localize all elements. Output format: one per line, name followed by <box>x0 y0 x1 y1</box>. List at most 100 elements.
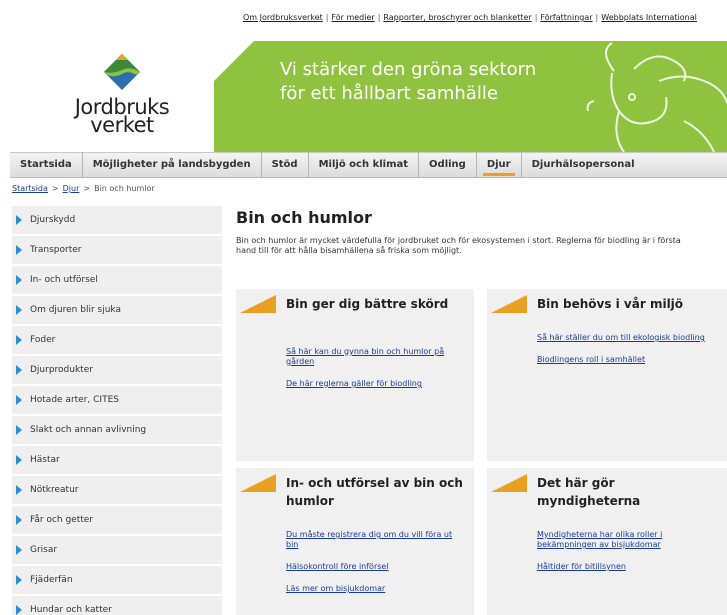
info-card: Bin ger dig bättre skörd Så här kan du g… <box>236 289 474 461</box>
card-link[interactable]: Biodlingens roll i samhället <box>537 355 717 365</box>
arrow-right-icon <box>16 575 22 585</box>
arrow-right-icon <box>16 605 22 615</box>
sidebar-item-notkreatur[interactable]: Nötkreatur <box>12 476 222 506</box>
logo-emblem-icon <box>104 54 140 90</box>
sidebar-item-djurprodukter[interactable]: Djurprodukter <box>12 356 222 386</box>
sidebar-item-hundar-och-katter[interactable]: Hundar och katter <box>12 596 222 615</box>
info-card: In- och utförsel av bin och humlor Du må… <box>236 468 474 615</box>
top-link-om-jordbruksverket[interactable]: Om Jordbruksverket <box>243 13 323 22</box>
arrow-right-icon <box>16 395 22 405</box>
banner-line2: för ett hållbart samhälle <box>280 83 498 104</box>
page-title: Bin och humlor <box>236 208 372 227</box>
sidebar-item-label: Om djuren blir sjuka <box>30 305 121 315</box>
nav-item-djur[interactable]: Djur <box>477 152 522 178</box>
banner-slogan: Vi stärker den gröna sektorn för ett hål… <box>280 58 536 106</box>
card-link[interactable]: Håltider för bitillsynen <box>537 562 717 572</box>
info-card: Bin behövs i vår miljö Så här ställer du… <box>487 289 727 461</box>
arrow-right-icon <box>16 515 22 525</box>
top-link-forfattningar[interactable]: Författningar <box>540 13 592 22</box>
card-link[interactable]: Så här ställer du om till ekologisk biod… <box>537 333 717 343</box>
separator: | <box>325 13 329 22</box>
banner-line1: Vi stärker den gröna sektorn <box>280 59 537 80</box>
breadcrumb-home[interactable]: Startsida <box>12 184 48 193</box>
nav-item-miljo-och-klimat[interactable]: Miljö och klimat <box>309 152 420 178</box>
card-title: Det här gör myndigheterna <box>537 476 641 508</box>
card-link[interactable]: Läs mer om bisjukdomar <box>286 584 466 594</box>
sidebar-item-label: Djurprodukter <box>30 365 93 375</box>
sidebar-item-fjaderfan[interactable]: Fjäderfän <box>12 566 222 596</box>
arrow-right-icon <box>16 455 22 465</box>
card-links: Så här kan du gynna bin och humlor på gå… <box>286 347 466 401</box>
sidebar-item-label: Fjäderfän <box>30 575 73 585</box>
sidebar-item-djurskydd[interactable]: Djurskydd <box>12 206 222 236</box>
card-links: Myndigheterna har olika roller i bekämpn… <box>537 530 717 584</box>
sidebar-item-label: Djurskydd <box>30 215 76 225</box>
arrow-right-icon <box>16 215 22 225</box>
site-logo[interactable]: Jordbruks verket <box>62 52 202 152</box>
breadcrumb-parent[interactable]: Djur <box>63 184 80 193</box>
sidebar-item-hotade-arter[interactable]: Hotade arter, CITES <box>12 386 222 416</box>
sidebar-menu: Djurskydd Transporter In- och utförsel O… <box>12 206 222 615</box>
nav-item-startsida[interactable]: Startsida <box>10 152 83 178</box>
main-navigation: Startsida Möjligheter på landsbygden Stö… <box>10 152 727 178</box>
breadcrumb: Startsida > Djur > Bin och humlor <box>12 184 155 193</box>
sidebar-item-hastar[interactable]: Hästar <box>12 446 222 476</box>
info-card: Det här gör myndigheterna Myndigheterna … <box>487 468 727 615</box>
sidebar-item-label: Transporter <box>30 245 82 255</box>
sidebar-item-foder[interactable]: Foder <box>12 326 222 356</box>
sidebar-item-grisar[interactable]: Grisar <box>12 536 222 566</box>
sidebar-item-label: Slakt och annan avlivning <box>30 425 147 435</box>
sidebar-item-label: Hästar <box>30 455 60 465</box>
top-link-rapporter[interactable]: Rapporter, broschyrer och blanketter <box>383 13 531 22</box>
nav-item-stod[interactable]: Stöd <box>262 152 309 178</box>
separator: | <box>595 13 599 22</box>
arrow-right-icon <box>16 425 22 435</box>
nav-item-djurhalsopersonal[interactable]: Djurhälsopersonal <box>522 152 645 178</box>
sidebar-item-label: Grisar <box>30 545 58 555</box>
logo-text: Jordbruks verket <box>62 97 182 136</box>
card-link[interactable]: Hälsokontroll före införsel <box>286 562 466 572</box>
arrow-right-icon <box>16 335 22 345</box>
sidebar-item-om-djuren-blir-sjuka[interactable]: Om djuren blir sjuka <box>12 296 222 326</box>
nav-item-mojligheter[interactable]: Möjligheter på landsbygden <box>83 152 262 178</box>
top-link-webbplats-international[interactable]: Webbplats International <box>601 13 697 22</box>
sidebar-item-label: In- och utförsel <box>30 275 98 285</box>
card-links: Så här ställer du om till ekologisk biod… <box>537 333 717 377</box>
sidebar-item-label: Nötkreatur <box>30 485 79 495</box>
card-links: Du måste registrera dig om du vill föra … <box>286 530 466 606</box>
breadcrumb-current: Bin och humlor <box>94 184 155 193</box>
card-title: In- och utförsel av bin och humlor <box>286 476 463 508</box>
sidebar-item-in-och-utforsel[interactable]: In- och utförsel <box>12 266 222 296</box>
sidebar-item-label: Foder <box>30 335 56 345</box>
separator: | <box>534 13 538 22</box>
sidebar-item-far-och-getter[interactable]: Får och getter <box>12 506 222 536</box>
hero-banner: Vi stärker den gröna sektorn för ett hål… <box>214 41 727 152</box>
sidebar-item-transporter[interactable]: Transporter <box>12 236 222 266</box>
arrow-right-icon <box>16 545 22 555</box>
arrow-right-icon <box>16 365 22 375</box>
card-title: Bin behövs i vår miljö <box>537 297 684 311</box>
card-title: Bin ger dig bättre skörd <box>286 297 449 311</box>
main-content: Bin och humlor Bin och humlor är mycket … <box>236 206 727 256</box>
triangle-accent-icon <box>491 474 527 492</box>
arrow-right-icon <box>16 275 22 285</box>
sidebar-item-slakt[interactable]: Slakt och annan avlivning <box>12 416 222 446</box>
breadcrumb-separator: > <box>83 184 91 193</box>
top-utility-links: Om Jordbruksverket | För medier | Rapporter,… <box>243 13 727 23</box>
arrow-right-icon <box>16 305 22 315</box>
triangle-accent-icon <box>240 295 276 313</box>
card-link[interactable]: Så här kan du gynna bin och humlor på gå… <box>286 347 466 367</box>
page-intro: Bin och humlor är mycket värdefulla för … <box>236 236 681 255</box>
breadcrumb-separator: > <box>51 184 59 193</box>
separator: | <box>377 13 381 22</box>
sidebar-item-label: Får och getter <box>30 515 93 525</box>
arrow-right-icon <box>16 485 22 495</box>
card-link[interactable]: Myndigheterna har olika roller i bekämpn… <box>537 530 717 550</box>
sidebar-item-label: Hundar och katter <box>30 605 112 615</box>
top-link-for-medier[interactable]: För medier <box>331 13 374 22</box>
card-link[interactable]: Du måste registrera dig om du vill föra … <box>286 530 466 550</box>
arrow-right-icon <box>16 245 22 255</box>
triangle-accent-icon <box>491 295 527 313</box>
card-link[interactable]: De här reglerna gäller för biodling <box>286 379 466 389</box>
nav-item-odling[interactable]: Odling <box>419 152 477 178</box>
